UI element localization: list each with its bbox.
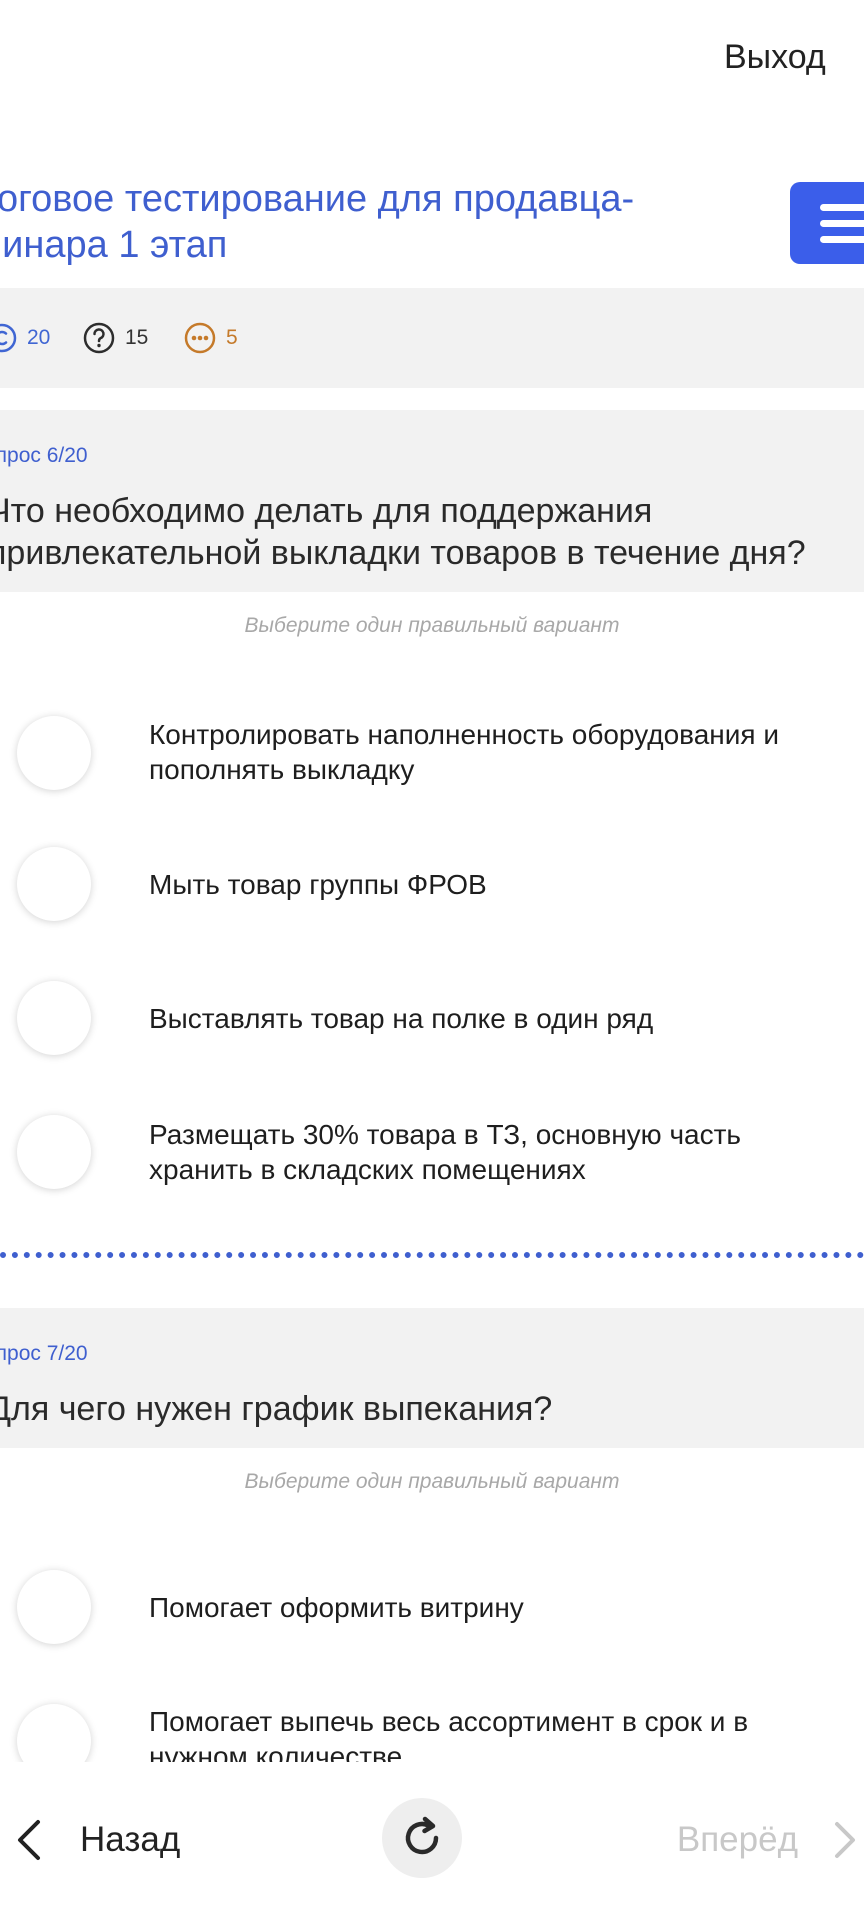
refresh-icon — [405, 1816, 439, 1855]
back-button-label: Назад — [80, 1820, 181, 1859]
reload-button[interactable] — [382, 1798, 462, 1878]
question-number: опрос 7/20 — [0, 1342, 88, 1365]
answer-option-label: Помогает оформить витрину — [149, 1592, 524, 1623]
question-text: Для чего нужен график выпекания? — [0, 1388, 864, 1430]
test-stats-bar: 20 15 5 — [0, 288, 864, 388]
total-questions-icon — [0, 323, 17, 353]
question-header: опрос 7/20 Для чего нужен график выпекан… — [0, 1308, 864, 1448]
radio-button[interactable] — [17, 1704, 91, 1762]
total-questions-count: 20 — [27, 326, 51, 349]
exit-button[interactable]: Выход — [724, 38, 864, 77]
answer-option[interactable]: Мыть товар группы ФРОВ — [0, 847, 864, 927]
answer-option-label: Мыть товар группы ФРОВ — [149, 869, 487, 900]
answer-option[interactable]: Контролировать наполненность оборудовани… — [0, 713, 864, 799]
answer-hint: Выберите один правильный вариант — [244, 614, 620, 637]
radio-button[interactable] — [17, 716, 91, 790]
answer-option-label: Размещать 30% товара в ТЗ, основную част… — [149, 1119, 742, 1185]
back-button[interactable]: Назад — [14, 1810, 180, 1870]
question-text-line-2: привлекательной выкладки товаров в течен… — [0, 534, 806, 572]
question-mark-icon — [83, 322, 115, 354]
radio-button[interactable] — [17, 981, 91, 1055]
chevron-left-icon — [18, 1820, 40, 1860]
answered-count: 15 — [125, 326, 149, 349]
answer-hint: Выберите один правильный вариант — [244, 1470, 620, 1493]
answer-option-label: Контролировать наполненность оборудовани… — [149, 719, 779, 785]
answer-option[interactable]: Помогает выпечь весь ассортимент в срок … — [0, 1704, 864, 1762]
question-number: опрос 6/20 — [0, 444, 88, 467]
title-line-1: тоговое тестирование для продавца- — [0, 178, 635, 220]
forward-button[interactable]: Вперёд — [677, 1810, 858, 1870]
question-text-line-1: Что необходимо делать для поддержания — [0, 492, 653, 530]
more-dots-icon — [184, 322, 216, 354]
forward-button-label: Вперёд — [676, 1820, 798, 1859]
answer-option-label: Выставлять товар на полке в один ряд — [149, 1003, 654, 1034]
answer-option[interactable]: Выставлять товар на полке в один ряд — [0, 981, 864, 1061]
total-questions-stat: 20 — [0, 321, 50, 355]
remaining-stat: 5 — [183, 321, 238, 355]
radio-button[interactable] — [17, 1570, 91, 1644]
answer-option-label: Помогает выпечь весь ассортимент в срок … — [149, 1706, 749, 1762]
chevron-right-icon — [835, 1822, 855, 1858]
answer-option[interactable]: Помогает оформить витрину — [0, 1570, 864, 1650]
page-title: тоговое тестирование для продавца- линар… — [0, 176, 660, 268]
answer-option[interactable]: Размещать 30% товара в ТЗ, основную част… — [0, 1115, 864, 1201]
answered-stat: 15 — [82, 321, 148, 355]
question-header: опрос 6/20 Что необходимо делать для под… — [0, 410, 864, 592]
radio-button[interactable] — [17, 1115, 91, 1189]
question-text-line-1: Для чего нужен график выпекания? — [0, 1390, 553, 1428]
radio-button[interactable] — [17, 847, 91, 921]
scroll-content[interactable]: Выход тоговое тестирование для продавца-… — [0, 0, 864, 1762]
question-text: Что необходимо делать для поддержания пр… — [0, 490, 864, 574]
title-line-2: линара 1 этап — [0, 224, 228, 266]
menu-button[interactable] — [790, 182, 864, 264]
remaining-count: 5 — [226, 326, 238, 349]
question-divider — [0, 1252, 864, 1258]
bottom-navigation: Назад Вперёд — [0, 1762, 864, 1920]
